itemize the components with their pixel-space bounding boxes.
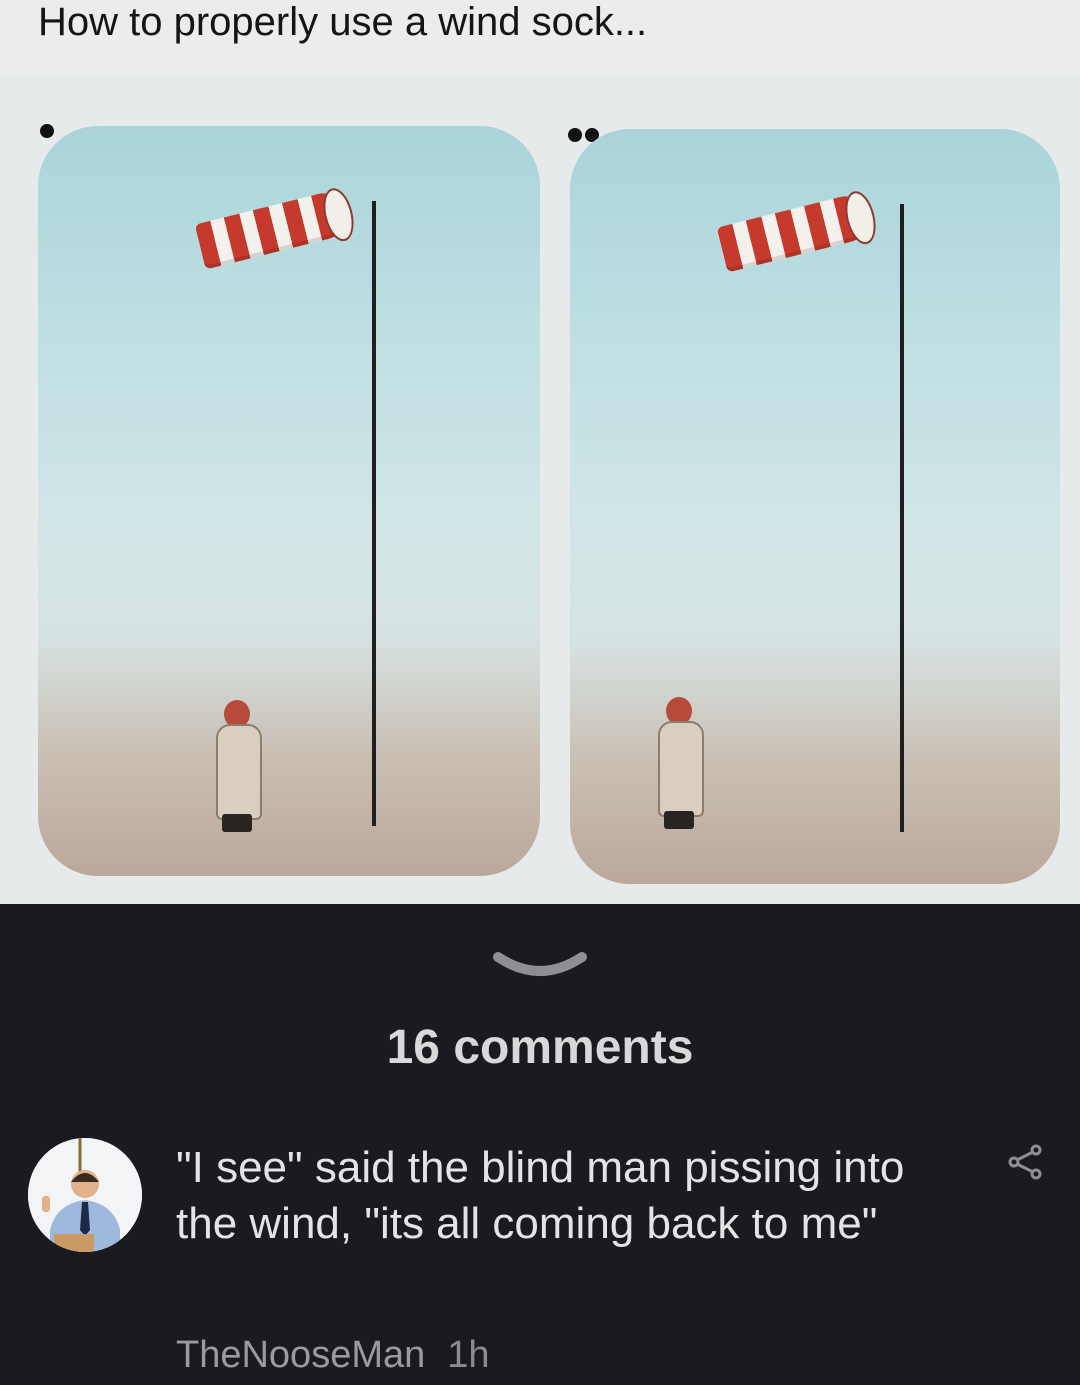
comment-meta: TheNooseMan 1h bbox=[176, 1334, 490, 1377]
post-image[interactable] bbox=[0, 74, 1080, 904]
cartoon-panel-one bbox=[38, 126, 540, 876]
wind-sock-icon bbox=[194, 185, 359, 270]
wind-sock-icon bbox=[716, 188, 881, 273]
share-icon[interactable] bbox=[1004, 1140, 1048, 1184]
cartoon-panel-two bbox=[570, 129, 1060, 884]
post-caption-bar: How to properly use a wind sock... bbox=[0, 0, 1080, 74]
comments-count: 16 comments bbox=[386, 1021, 694, 1074]
comment-author[interactable]: TheNooseMan bbox=[176, 1334, 425, 1376]
comment-time: 1h bbox=[447, 1334, 490, 1376]
post-caption: How to properly use a wind sock... bbox=[38, 0, 648, 44]
flag-pole bbox=[372, 201, 376, 826]
comment-text: "I see" said the blind man pissing into … bbox=[176, 1143, 905, 1248]
chevron-down-icon[interactable] bbox=[490, 945, 590, 985]
avatar[interactable] bbox=[28, 1138, 142, 1252]
panel-two-marker bbox=[568, 128, 582, 142]
panel-one-marker bbox=[40, 124, 54, 138]
flag-pole bbox=[900, 204, 904, 832]
